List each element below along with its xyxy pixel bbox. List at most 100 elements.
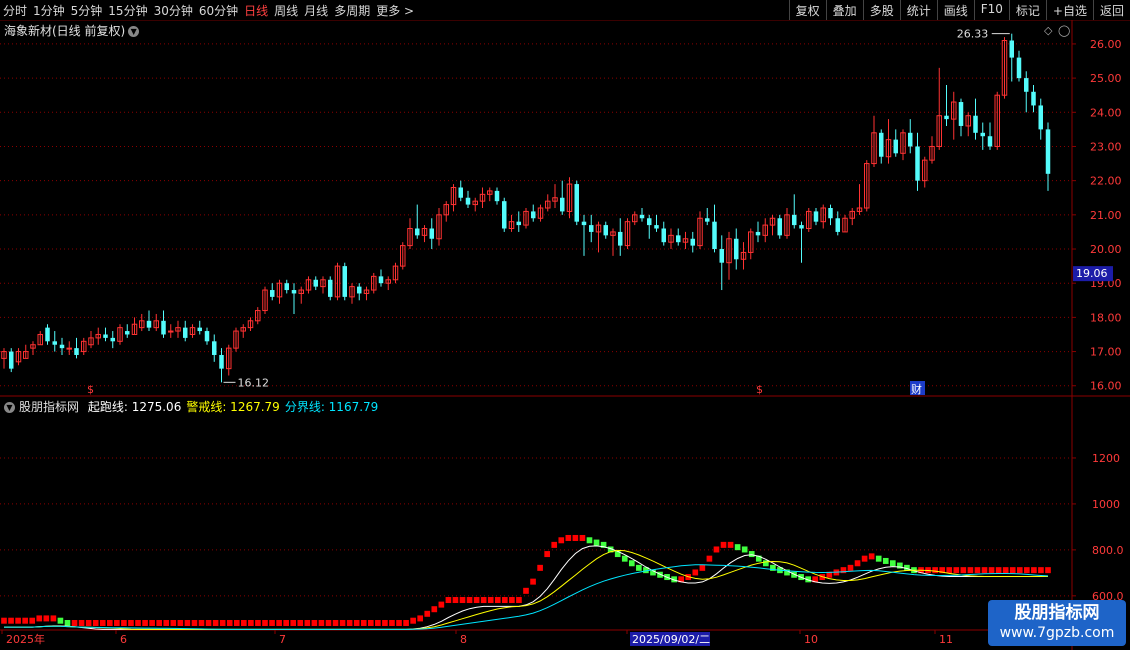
indicator-block [882,557,889,564]
candle-body [734,238,739,260]
candle-body [792,214,797,226]
indicator-block [276,620,282,626]
indicator-block [332,620,339,626]
indicator-block [558,537,565,544]
indicator-line [4,545,1048,630]
candle-body [429,228,434,239]
indicator-block [219,620,226,626]
indicator-tick-label: 800.0 [1092,544,1124,557]
date-label: 10 [804,633,818,646]
candle-body [973,115,978,133]
indicator-block [353,620,360,626]
indicator-block [995,567,1002,574]
indicator-block [85,620,92,626]
indicator-block [318,620,325,626]
indicator-block [572,534,579,541]
indicator-block [311,620,318,626]
candle-body [879,132,884,157]
candle-body [813,211,819,222]
indicator-value: 分界线: 1167.79 [284,400,379,414]
candle-body [9,351,14,369]
candle-body [676,235,681,243]
candle-body [357,286,362,294]
indicator-block [509,597,515,604]
indicator-block [8,617,14,624]
dividend-marker: $ [756,383,763,396]
price-tick-label: 22.00 [1090,175,1122,188]
indicator-block [692,569,699,576]
indicator-block [262,620,268,626]
price-tick-label: 17.00 [1090,346,1122,359]
candle-body [270,290,275,297]
candle-body [1016,57,1022,79]
indicator-block [248,620,254,626]
indicator-block [565,534,572,541]
chevron-down-icon[interactable]: ▼ [128,26,140,37]
candle-body [197,327,202,332]
indicator-name: 股朋指标网 [19,400,80,414]
indicator-block [621,555,628,562]
indicator-block [198,620,205,626]
price-tick-label: 21.00 [1090,209,1122,222]
candle-body [719,249,724,263]
indicator-block [114,620,120,626]
candle-body [1024,78,1029,92]
indicator-block [628,560,635,567]
indicator-block [431,606,438,613]
indicator-block [121,620,127,626]
indicator-block [960,567,967,574]
indicator-block [946,567,953,574]
candle-body [494,190,500,202]
indicator-block [586,537,593,544]
indicator-tick-label: 1200 [1092,452,1120,465]
indicator-block [283,620,289,626]
candle-body [59,344,65,349]
indicator-block [530,578,536,585]
indicator-block [706,555,713,562]
indicator-block [438,601,445,608]
candle-body [799,225,804,229]
candle-body [987,136,993,147]
candle-body [944,115,949,120]
indicator-block [184,620,191,626]
indicator-block [847,564,854,571]
indicator-block [480,597,487,604]
candle-body [161,320,166,335]
indicator-block [382,620,388,626]
indicator-block [763,560,769,567]
indicator-block [734,544,741,551]
indicator-block [226,620,233,626]
indicator-block [1016,567,1023,574]
candle-body [1038,105,1043,130]
chevron-down-icon[interactable]: ▼ [4,402,15,413]
candle-body [110,337,115,342]
indicator-block [981,567,988,574]
indicator-block [720,541,727,548]
candle-body [66,347,72,350]
dividend-marker: $ [87,383,94,396]
indicator-block [967,567,974,574]
indicator-block [339,620,346,626]
finance-marker: 财 [911,382,922,396]
indicator-block [466,597,473,604]
candle-body [328,279,333,297]
candle-body [342,266,347,297]
candle-body [690,238,695,246]
candle-body [712,221,717,250]
indicator-block [106,620,113,626]
low-price-label: 16.12 [238,376,270,389]
site-watermark: 股朋指标网 www.7gpzb.com [988,600,1126,646]
indicator-block [417,615,424,622]
indicator-block [551,541,558,548]
indicator-block [142,620,148,626]
stock-title: 海象新材(日线 前复权) [4,24,126,38]
candle-body [958,102,964,126]
indicator-block [1002,567,1009,574]
indicator-block [452,597,459,604]
candle-body [661,228,666,243]
indicator-block [410,617,416,624]
price-tick-label: 18.00 [1090,311,1122,324]
indicator-block [1,617,7,624]
stock-chart[interactable]: 26.0025.0024.0023.0022.0021.0020.0019.00… [0,0,1130,650]
indicator-block [473,597,480,604]
